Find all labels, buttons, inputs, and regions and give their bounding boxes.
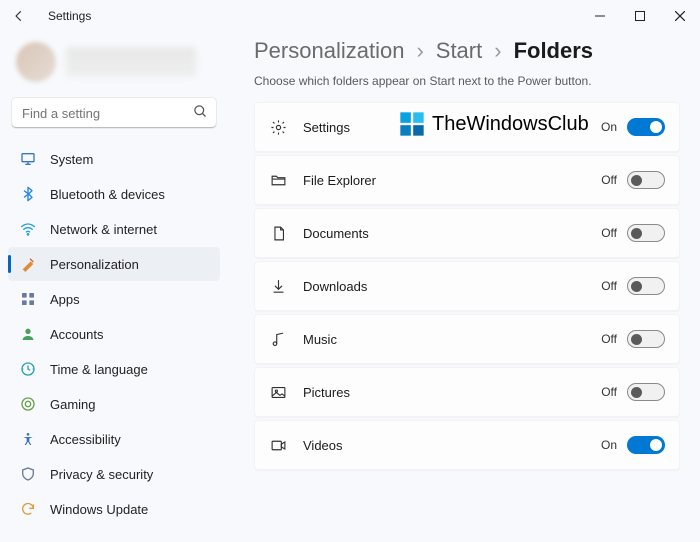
bluetooth-icon [18,184,38,204]
apps-icon [18,289,38,309]
folder-row-settings: Settings On [254,102,680,152]
window-title: Settings [48,9,91,23]
sidebar-item-label: Time & language [50,362,148,377]
folder-row-pictures: Pictures Off [254,367,680,417]
sidebar-item-apps[interactable]: Apps [8,282,220,316]
music-icon [269,330,287,348]
personalization-icon [18,254,38,274]
maximize-button[interactable] [620,0,660,32]
sidebar-item-label: Windows Update [50,502,148,517]
row-label: Pictures [303,385,350,400]
update-icon [18,499,38,519]
privacy-icon [18,464,38,484]
row-state: Off [601,173,617,187]
sidebar-item-time[interactable]: Time & language [8,352,220,386]
row-state: On [601,438,617,452]
accounts-icon [18,324,38,344]
folder-row-music: Music Off [254,314,680,364]
sidebar-item-label: System [50,152,93,167]
sidebar-item-bluetooth[interactable]: Bluetooth & devices [8,177,220,211]
picture-icon [269,383,287,401]
folder-row-documents: Documents Off [254,208,680,258]
row-state: On [601,120,617,134]
toggle-documents[interactable] [627,224,665,242]
row-label: Settings [303,120,350,135]
search-input[interactable] [12,98,216,128]
document-icon [269,224,287,242]
sidebar-item-system[interactable]: System [8,142,220,176]
toggle-file-explorer[interactable] [627,171,665,189]
toggle-downloads[interactable] [627,277,665,295]
time-icon [18,359,38,379]
toggle-music[interactable] [627,330,665,348]
page-description: Choose which folders appear on Start nex… [254,74,680,88]
network-icon [18,219,38,239]
sidebar-item-label: Gaming [50,397,96,412]
row-state: Off [601,385,617,399]
sidebar-item-label: Network & internet [50,222,157,237]
folder-row-file-explorer: File Explorer Off [254,155,680,205]
search-icon [193,104,208,119]
minimize-button[interactable] [580,0,620,32]
row-label: Downloads [303,279,367,294]
row-label: Music [303,332,337,347]
gear-icon [269,118,287,136]
profile-section[interactable] [8,40,220,84]
sidebar-item-label: Privacy & security [50,467,153,482]
folder-icon [269,171,287,189]
sidebar-item-gaming[interactable]: Gaming [8,387,220,421]
sidebar-item-update[interactable]: Windows Update [8,492,220,526]
folder-row-downloads: Downloads Off [254,261,680,311]
row-label: Videos [303,438,343,453]
sidebar-item-label: Accounts [50,327,103,342]
row-state: Off [601,279,617,293]
sidebar-item-label: Bluetooth & devices [50,187,165,202]
toggle-settings[interactable] [627,118,665,136]
close-button[interactable] [660,0,700,32]
system-icon [18,149,38,169]
breadcrumb-current: Folders [514,38,593,64]
row-label: Documents [303,226,369,241]
breadcrumb-item[interactable]: Start [436,38,482,64]
toggle-videos[interactable] [627,436,665,454]
sidebar-item-label: Personalization [50,257,139,272]
row-state: Off [601,332,617,346]
sidebar-item-personalization[interactable]: Personalization [8,247,220,281]
search-box[interactable] [12,98,216,128]
row-label: File Explorer [303,173,376,188]
chevron-right-icon: › [416,38,423,64]
accessibility-icon [18,429,38,449]
toggle-pictures[interactable] [627,383,665,401]
sidebar-item-label: Accessibility [50,432,121,447]
row-state: Off [601,226,617,240]
sidebar-item-accessibility[interactable]: Accessibility [8,422,220,456]
sidebar-item-privacy[interactable]: Privacy & security [8,457,220,491]
sidebar-item-network[interactable]: Network & internet [8,212,220,246]
avatar [16,42,56,82]
breadcrumb: Personalization › Start › Folders [254,38,680,64]
gaming-icon [18,394,38,414]
profile-name [66,47,196,77]
download-icon [269,277,287,295]
sidebar-item-label: Apps [50,292,80,307]
video-icon [269,436,287,454]
chevron-right-icon: › [494,38,501,64]
folder-row-videos: Videos On [254,420,680,470]
back-button[interactable] [12,9,32,23]
sidebar-item-accounts[interactable]: Accounts [8,317,220,351]
breadcrumb-item[interactable]: Personalization [254,38,404,64]
